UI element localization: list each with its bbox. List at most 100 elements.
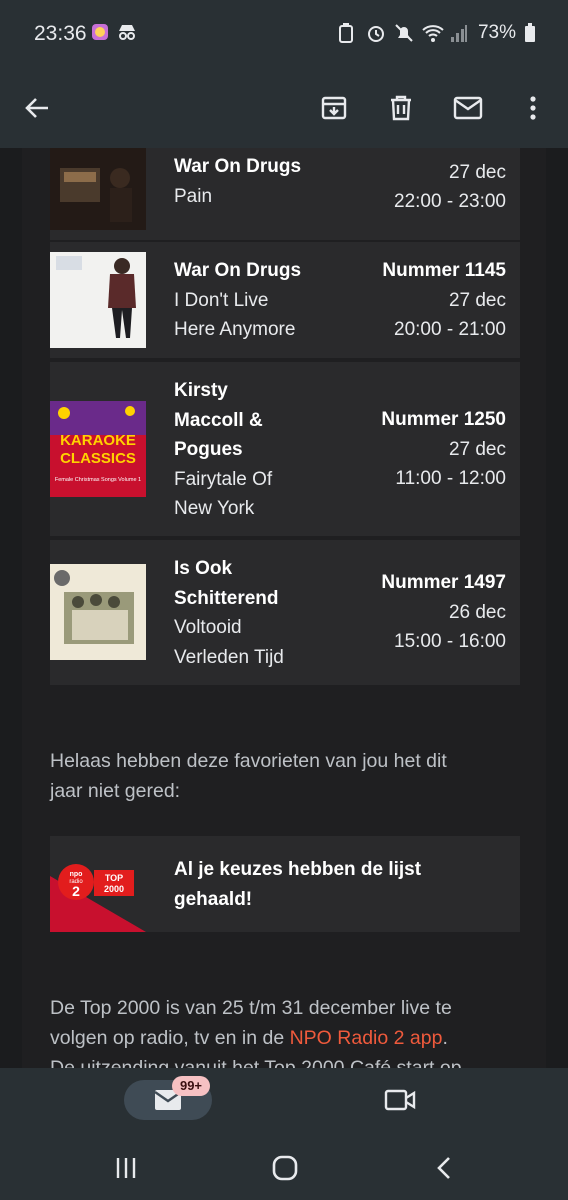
system-navigation-bar — [0, 1134, 568, 1200]
arrow-back-icon — [25, 98, 48, 118]
recent-apps-button[interactable] — [106, 1148, 146, 1188]
track-title-line1: I Don't Live — [174, 289, 269, 311]
not-saved-line2: jaar niet gered: — [50, 780, 181, 802]
track-rank: Nummer 1145 — [382, 260, 506, 281]
track-card-3: KARAOKE CLASSICS Female Christmas Songs Vo… — [50, 362, 520, 536]
track-artist-line2: Schitterend — [174, 587, 279, 609]
incognito-icon — [116, 22, 136, 42]
battery-saver-icon — [338, 23, 358, 43]
track-artist-line1: Kirsty — [174, 380, 228, 401]
status-left-icons — [90, 22, 136, 42]
status-right-icons: 73% — [338, 22, 544, 44]
status-time: 23:36 — [34, 22, 87, 45]
wifi-icon — [422, 23, 444, 43]
system-back-button[interactable] — [425, 1148, 465, 1188]
track-time: 15:00 - 16:00 — [394, 631, 506, 652]
trash-icon — [391, 95, 411, 121]
cover-text-top: KARAOKE — [60, 432, 136, 449]
track-artist: War On Drugs — [174, 260, 302, 281]
mute-icon — [394, 23, 414, 43]
track-title: Pain — [174, 185, 213, 207]
all-saved-line1: Al je keuzes hebben de lijst — [174, 859, 422, 880]
logo-text-2: 2 — [72, 883, 80, 899]
track-date: 27 dec — [448, 438, 506, 460]
album-cover-karaoke-classics: KARAOKE CLASSICS Female Christmas Songs Vo… — [50, 401, 146, 497]
track-date: 27 dec — [448, 289, 506, 311]
archive-icon — [321, 96, 347, 120]
track-card-1: War On Drugs Pain Nummer 1122 27 dec 22:… — [50, 148, 520, 240]
video-camera-icon — [384, 1089, 416, 1111]
battery-icon — [524, 23, 544, 43]
not-saved-text: Helaas hebben deze favorieten van jou he… — [50, 746, 530, 806]
track-time: 20:00 - 21:00 — [394, 319, 506, 340]
track-date: 27 dec — [448, 161, 506, 183]
track-info-2: War On Drugs I Don't Live Here Anymore — [174, 256, 324, 345]
track-card-4: Is Ook Schitterend Voltooid Verleden Tij… — [50, 540, 520, 685]
home-icon — [272, 1155, 298, 1181]
npo-radio2-app-link[interactable]: NPO Radio 2 app — [290, 1027, 443, 1049]
more-vertical-icon — [530, 96, 536, 120]
track-rank: Nummer 1497 — [381, 572, 506, 593]
chevron-left-icon — [437, 1157, 450, 1179]
not-saved-line1: Helaas hebben deze favorieten van jou he… — [50, 750, 447, 772]
npo-radio2-top2000-logo: npo radio 2 TOP 2000 — [50, 836, 146, 932]
track-info-1: War On Drugs Pain — [174, 152, 324, 211]
track-artist-line2: Maccoll & — [174, 409, 263, 431]
track-title-line2: Verleden Tijd — [174, 646, 284, 668]
footer-line2-suffix: . — [442, 1027, 448, 1049]
track-title-line2: New York — [174, 498, 255, 519]
all-saved-card: npo radio 2 TOP 2000 Al je keuzes hebben… — [50, 836, 520, 932]
email-content[interactable]: War On Drugs Pain Nummer 1122 27 dec 22:… — [0, 148, 568, 1068]
more-options-button[interactable] — [510, 85, 556, 131]
mail-icon — [453, 96, 483, 120]
all-saved-line2: gehaald! — [174, 888, 253, 910]
logo-text-top: TOP — [105, 873, 123, 883]
bottom-navigation: 99+ — [0, 1068, 568, 1134]
album-cover-voltooid-verleden-tijd — [50, 564, 146, 660]
status-bar: 23:36 73% — [0, 0, 568, 70]
track-time: 22:00 - 23:00 — [394, 191, 506, 212]
back-button[interactable] — [14, 85, 60, 131]
track-meta-4: Nummer 1497 26 dec 15:00 - 16:00 — [336, 568, 506, 657]
cover-text-bottom: CLASSICS — [60, 450, 136, 467]
meet-tab[interactable] — [380, 1082, 420, 1118]
track-rank: Nummer 1122 — [336, 148, 506, 158]
track-info-4: Is Ook Schitterend Voltooid Verleden Tij… — [174, 554, 324, 672]
footer-line3: De uitzending vanuit het Top 2000 Café s… — [50, 1057, 462, 1068]
signal-icon — [450, 23, 470, 43]
email-body: War On Drugs Pain Nummer 1122 27 dec 22:… — [22, 148, 546, 1068]
footer-line2-prefix: volgen op radio, tv en in de — [50, 1027, 290, 1049]
battery-percentage: 73% — [477, 22, 516, 43]
app-notification-icon — [90, 22, 110, 42]
cover-caption: Female Christmas Songs Volume 1 — [55, 477, 141, 483]
logo-text-npo: npo — [70, 871, 83, 878]
archive-button[interactable] — [311, 85, 357, 131]
album-cover-i-dont-live-here-anymore — [50, 252, 146, 348]
track-title-line1: Voltooid — [174, 617, 242, 638]
footer-line1: De Top 2000 is van 25 t/m 31 december li… — [50, 997, 452, 1019]
album-cover-pain — [50, 148, 146, 230]
footer-text: De Top 2000 is van 25 t/m 31 december li… — [50, 993, 530, 1068]
track-artist: War On Drugs — [174, 156, 302, 177]
track-artist-line3: Pogues — [174, 439, 243, 460]
home-button[interactable] — [265, 1148, 305, 1188]
track-meta-2: Nummer 1145 27 dec 20:00 - 21:00 — [336, 256, 506, 345]
track-card-2: War On Drugs I Don't Live Here Anymore N… — [50, 242, 520, 358]
delete-button[interactable] — [378, 85, 424, 131]
alarm-icon — [366, 23, 386, 43]
mark-unread-button[interactable] — [445, 85, 491, 131]
track-title-line1: Fairytale Of — [174, 468, 273, 490]
track-time: 11:00 - 12:00 — [395, 468, 506, 489]
all-saved-message: Al je keuzes hebben de lijst gehaald! — [174, 855, 474, 914]
footer-line2: volgen op radio, tv en in de NPO Radio 2… — [50, 1023, 530, 1053]
track-meta-3: Nummer 1250 27 dec 11:00 - 12:00 — [336, 405, 506, 494]
track-artist-line1: Is Ook — [174, 558, 233, 579]
track-title-line2: Here Anymore — [174, 319, 296, 340]
unread-badge: 99+ — [172, 1076, 210, 1096]
track-date: 26 dec — [448, 601, 506, 623]
logo-text-2000: 2000 — [104, 884, 124, 894]
email-app-bar — [0, 70, 568, 148]
recent-apps-icon — [116, 1158, 136, 1178]
track-rank: Nummer 1250 — [381, 409, 506, 430]
track-info-3: Kirsty Maccoll & Pogues Fairytale Of New… — [174, 376, 324, 524]
